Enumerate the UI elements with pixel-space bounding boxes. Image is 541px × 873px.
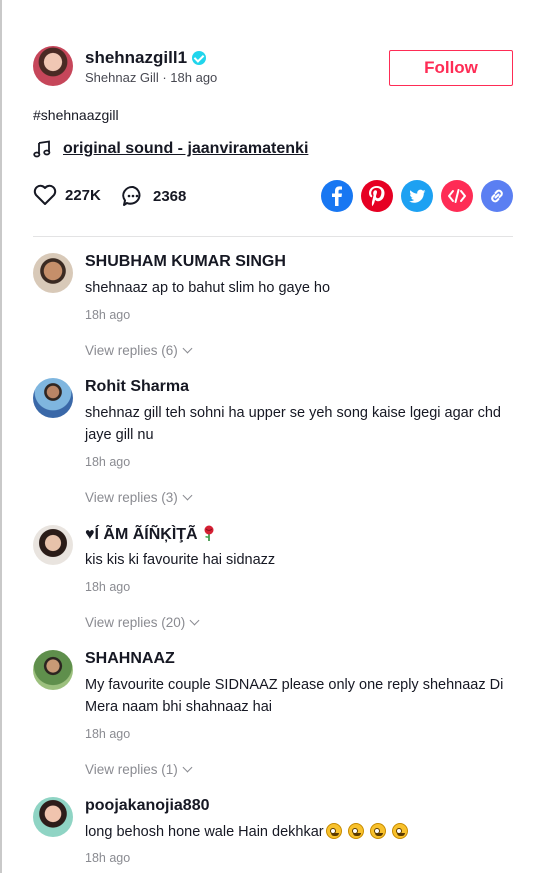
view-replies-label: View replies (6)	[85, 343, 178, 358]
zany-face-emoji-icon	[369, 823, 386, 839]
comment-time: 18h ago	[85, 455, 131, 469]
comment-count: 2368	[153, 187, 187, 205]
view-replies-button[interactable]: View replies (6)	[85, 343, 193, 358]
commenter-name[interactable]: Rohit Sharma	[85, 378, 189, 396]
commenter-avatar[interactable]	[33, 378, 73, 418]
author-info: shehnazgill1 Shehnaz Gill · 18h ago Foll…	[33, 46, 513, 90]
commenter-name[interactable]: SHUBHAM KUMAR SINGH	[85, 253, 286, 271]
commenter-name-text: Í ÃM ÃÍÑĶÌŢÃ	[94, 526, 198, 543]
separator-dot: ·	[158, 70, 171, 85]
comment-time: 18h ago	[85, 727, 131, 741]
view-replies-button[interactable]: View replies (1)	[85, 762, 193, 777]
view-replies-button[interactable]: View replies (3)	[85, 490, 193, 505]
link-icon	[491, 189, 503, 203]
comment-text: My favourite couple SIDNAAZ please only …	[85, 677, 504, 715]
zany-face-emoji-icon	[391, 823, 408, 839]
share-twitter-button[interactable]	[401, 180, 433, 212]
author-nickname: Shehnaz Gill	[85, 70, 159, 85]
sound-link[interactable]: original sound - jaanviramatenki	[63, 140, 308, 158]
comment-text: kis kis ki favourite hai sidnazz	[85, 552, 276, 568]
facebook-icon	[332, 186, 342, 206]
view-replies-label: View replies (3)	[85, 490, 178, 505]
share-copy-link-button[interactable]	[481, 180, 513, 212]
commenter-name[interactable]: SHAHNAAZ	[85, 650, 175, 668]
section-divider	[33, 236, 513, 237]
post-time: 18h ago	[170, 70, 218, 85]
music-note-icon	[33, 140, 51, 158]
embed-icon	[448, 189, 466, 203]
twitter-icon	[409, 189, 426, 203]
commenter-avatar[interactable]	[33, 650, 73, 690]
chevron-down-icon	[189, 615, 200, 626]
zany-face-emoji-icon	[325, 823, 342, 839]
view-replies-label: View replies (20)	[85, 615, 186, 630]
comment-time: 18h ago	[85, 308, 131, 322]
stats-row: 227K 2368	[33, 180, 513, 212]
panel-left-border	[0, 0, 2, 873]
heart-icon	[33, 184, 57, 205]
comment-text: long behosh hone wale Hain dekhkar	[85, 821, 513, 843]
chevron-down-icon	[182, 762, 193, 773]
like-count: 227K	[65, 186, 101, 204]
zany-face-emoji-icon	[347, 823, 364, 839]
follow-button[interactable]: Follow	[389, 50, 513, 86]
comment-text-content: long behosh hone wale Hain dekhkar	[85, 824, 324, 840]
comment-bubble-icon	[122, 185, 141, 206]
pinterest-icon	[369, 186, 385, 207]
share-facebook-button[interactable]	[321, 180, 353, 212]
hashtag-link[interactable]: #shehnaazgill	[33, 107, 119, 123]
comment-text: shehnaaz ap to bahut slim ho gaye ho	[85, 280, 331, 296]
chevron-down-icon	[182, 343, 193, 354]
share-pinterest-button[interactable]	[361, 180, 393, 212]
like-stat[interactable]: 227K	[33, 184, 101, 206]
verified-badge-icon	[192, 51, 207, 65]
commenter-avatar[interactable]	[33, 525, 73, 565]
comment-time: 18h ago	[85, 580, 131, 594]
commenter-name[interactable]: poojakanojia880	[85, 797, 210, 815]
black-heart-glyph: ♥	[85, 526, 95, 543]
author-avatar[interactable]	[33, 46, 73, 86]
comment-text: shehnaz gill teh sohni ha upper se yeh s…	[85, 405, 501, 443]
commenter-avatar[interactable]	[33, 253, 73, 293]
author-subline: Shehnaz Gill · 18h ago	[85, 70, 217, 85]
view-replies-label: View replies (1)	[85, 762, 178, 777]
author-handle[interactable]: shehnazgill1	[85, 48, 187, 68]
commenter-avatar[interactable]	[33, 797, 73, 837]
sound-row[interactable]: original sound - jaanviramatenki	[33, 140, 308, 158]
rose-emoji-icon	[204, 525, 214, 541]
chevron-down-icon	[182, 490, 193, 501]
view-replies-button[interactable]: View replies (20)	[85, 615, 200, 630]
commenter-name[interactable]: ♥Í ÃM ÃÍÑĶÌŢÃ	[85, 525, 216, 544]
share-embed-button[interactable]	[441, 180, 473, 212]
comment-stat[interactable]: 2368	[121, 184, 186, 208]
comment-time: 18h ago	[85, 851, 131, 865]
